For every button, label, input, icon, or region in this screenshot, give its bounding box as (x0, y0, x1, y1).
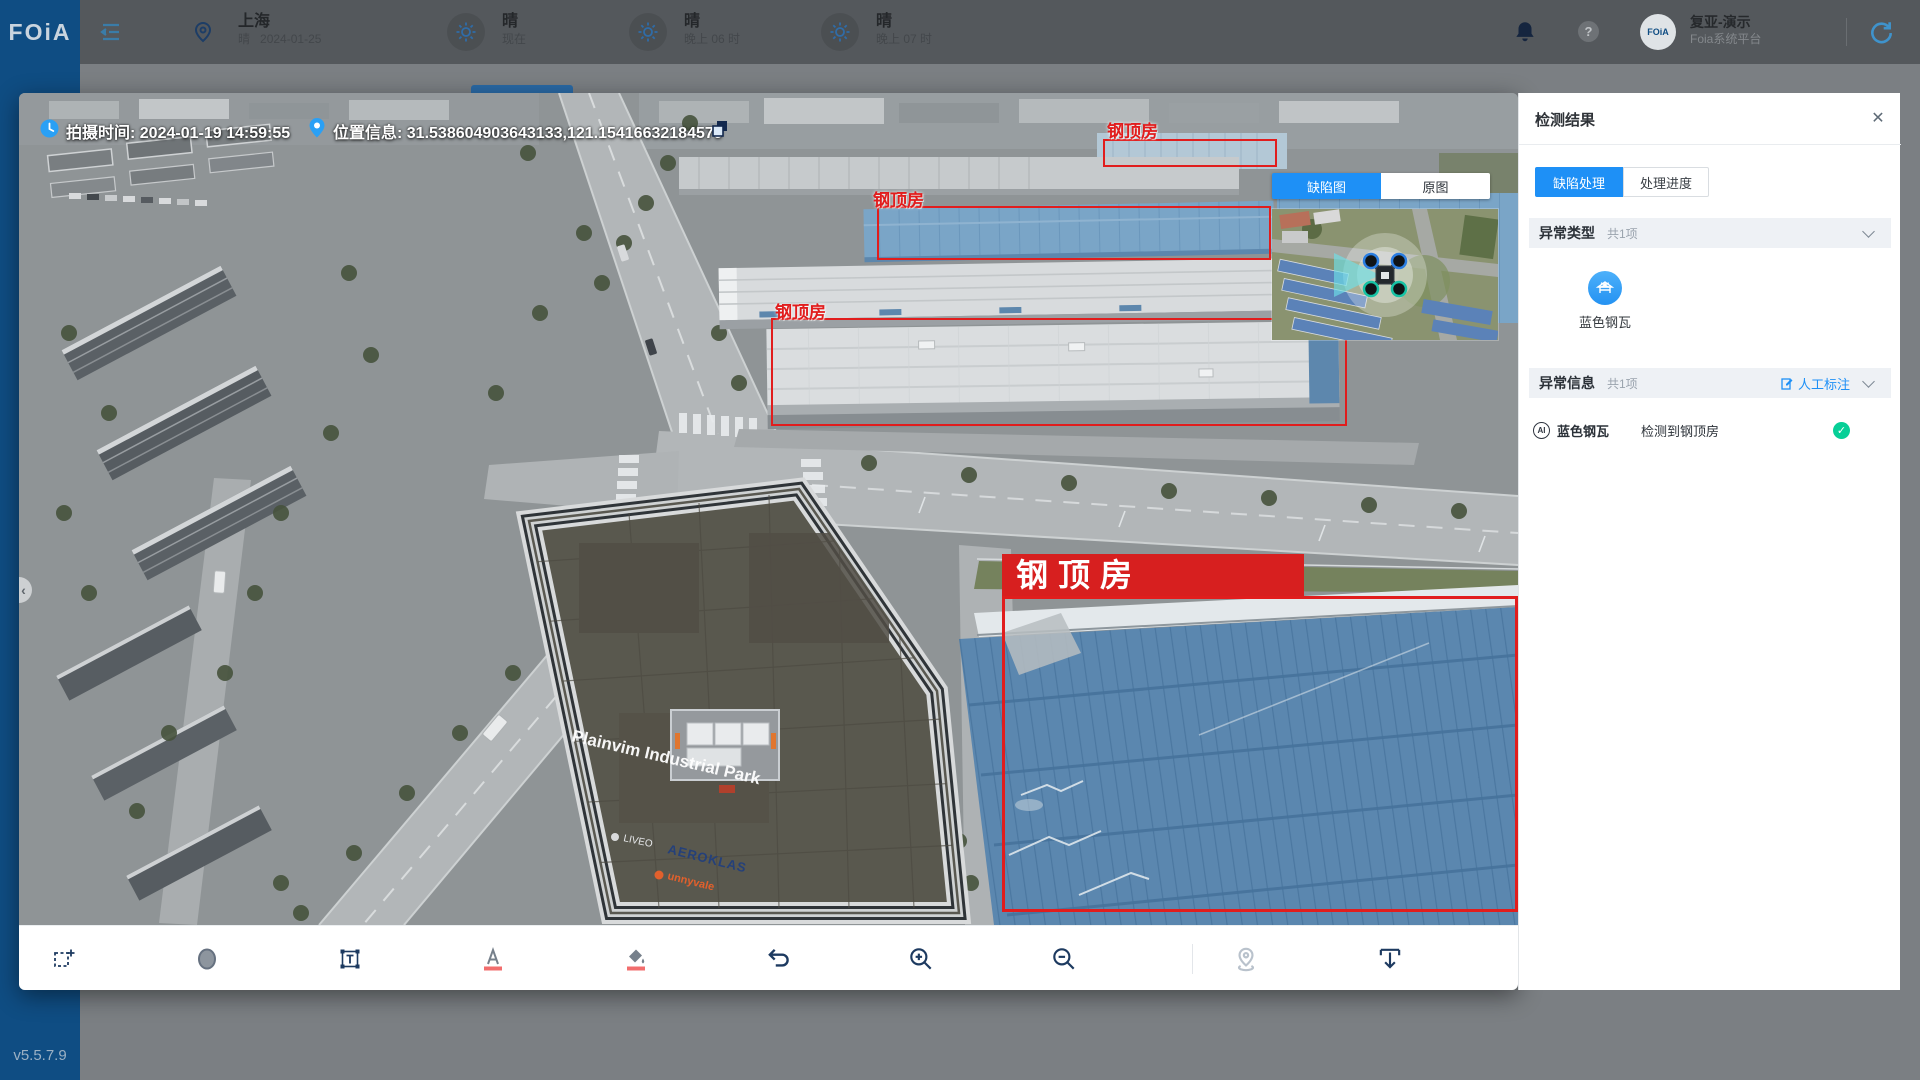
defect-view-button[interactable]: 缺陷图 (1272, 173, 1381, 199)
anomaly-type-header[interactable]: 异常类型 共1项 (1529, 218, 1891, 248)
forecast-7pm: 晴 晚上 07 时 (876, 12, 932, 47)
user-platform: Foia系统平台 (1690, 31, 1761, 47)
blue-steel-tile-icon[interactable] (1588, 271, 1622, 305)
undo-icon[interactable] (759, 945, 799, 973)
annotate-icon (1781, 377, 1794, 390)
zoom-in-icon[interactable] (901, 945, 941, 973)
active-tab-indicator (471, 85, 573, 93)
detection-box[interactable] (877, 206, 1271, 260)
text-tool[interactable] (330, 945, 370, 973)
anomaly-info-title: 异常信息 (1539, 373, 1595, 393)
detection-label-large: 钢顶房 (1002, 554, 1304, 596)
city-name: 上海 (238, 12, 321, 31)
capture-time-text: 拍摄时间: 2024-01-19 14:59:55 (66, 119, 290, 143)
detection-box[interactable] (1002, 596, 1518, 912)
confirm-check-icon[interactable]: ✓ (1833, 422, 1850, 439)
location-block[interactable]: 上海 晴 2024-01-25 (238, 12, 321, 47)
anomaly-item-type: 蓝色钢瓦 (1557, 421, 1609, 440)
fill-color-tool[interactable] (616, 945, 656, 973)
topbar-divider (1846, 18, 1847, 46)
anomaly-info-row[interactable]: AI 蓝色钢瓦 检测到钢顶房 ✓ (1519, 415, 1901, 445)
clock-icon (40, 119, 59, 143)
detection-box[interactable] (1103, 139, 1277, 167)
help-icon[interactable]: ? (1578, 21, 1599, 42)
image-mode-toggle: 缺陷图 原图 (1272, 173, 1490, 199)
sun-icon (447, 13, 485, 51)
ellipse-tool[interactable] (187, 945, 227, 973)
menu-collapse-icon[interactable] (98, 19, 124, 50)
copy-icon[interactable] (709, 118, 731, 145)
aerial-photo[interactable]: Plainvim Industrial Park LIVEO AEROKLAS … (19, 93, 1518, 925)
font-color-tool[interactable] (473, 945, 513, 973)
anomaly-info-header[interactable]: 异常信息 共1项 人工标注 (1529, 368, 1891, 398)
app-logo[interactable]: FOiA (0, 0, 80, 64)
detection-label: 钢顶房 (873, 186, 924, 211)
manual-annotate-button[interactable]: 人工标注 (1781, 374, 1850, 393)
app-version: v5.5.7.9 (0, 1047, 80, 1064)
gps-pin-icon (307, 117, 327, 144)
avatar[interactable]: FOiA (1640, 14, 1676, 50)
detection-label: 钢顶房 (1107, 117, 1158, 142)
anomaly-type-count: 共1项 (1607, 225, 1638, 242)
tab-processing-progress[interactable]: 处理进度 (1623, 167, 1709, 197)
map-pin-tool[interactable] (1226, 945, 1266, 973)
minimap-render (1272, 209, 1498, 340)
top-bar: FOiA 上海 晴 2024-01-25 晴 现在 (0, 0, 1920, 64)
toolbar-divider (1192, 944, 1193, 974)
rect-select-tool[interactable] (44, 945, 84, 973)
minimap[interactable] (1272, 209, 1498, 340)
forecast-now: 晴 现在 (502, 12, 526, 47)
detection-results-panel: 检测结果 ✕ 缺陷处理 处理进度 异常类型 共1项 蓝色钢瓦 异常信息 共1项 (1518, 93, 1900, 990)
zoom-out-icon[interactable] (1044, 945, 1084, 973)
panel-title: 检测结果 (1535, 109, 1595, 130)
user-name: 复亚-演示 (1690, 13, 1761, 31)
chevron-down-icon[interactable] (1862, 225, 1875, 238)
detection-box[interactable] (771, 318, 1347, 426)
forecast-6pm: 晴 晚上 06 时 (684, 12, 740, 47)
original-view-button[interactable]: 原图 (1381, 173, 1490, 199)
app-root: FOiA 上海 晴 2024-01-25 晴 现在 (0, 0, 1920, 1080)
location-info-text: 位置信息: 31.538604903643133,121.15416632184… (333, 119, 723, 143)
notification-bell-icon[interactable] (1512, 19, 1538, 50)
close-icon[interactable]: ✕ (1867, 107, 1889, 129)
anomaly-info-count: 共1项 (1607, 375, 1638, 392)
download-icon[interactable] (1370, 945, 1410, 973)
anomaly-type-item-label[interactable]: 蓝色钢瓦 (1555, 312, 1655, 331)
ai-badge-icon: AI (1533, 422, 1550, 439)
detection-label: 钢顶房 (775, 298, 826, 323)
image-viewer: Plainvim Industrial Park LIVEO AEROKLAS … (19, 93, 1518, 990)
user-block[interactable]: 复亚-演示 Foia系统平台 (1690, 13, 1761, 47)
annotation-toolbar (19, 925, 1518, 990)
anomaly-item-description: 检测到钢顶房 (1641, 421, 1719, 440)
sun-icon (821, 13, 859, 51)
chevron-down-icon[interactable] (1862, 375, 1875, 388)
tab-defect-handling[interactable]: 缺陷处理 (1535, 167, 1623, 197)
anomaly-type-title: 异常类型 (1539, 223, 1595, 243)
logout-icon[interactable] (1868, 19, 1894, 50)
panel-header: 检测结果 ✕ (1519, 93, 1901, 145)
location-pin-icon (191, 20, 215, 49)
city-weather: 晴 2024-01-25 (238, 31, 321, 47)
sun-icon (629, 13, 667, 51)
